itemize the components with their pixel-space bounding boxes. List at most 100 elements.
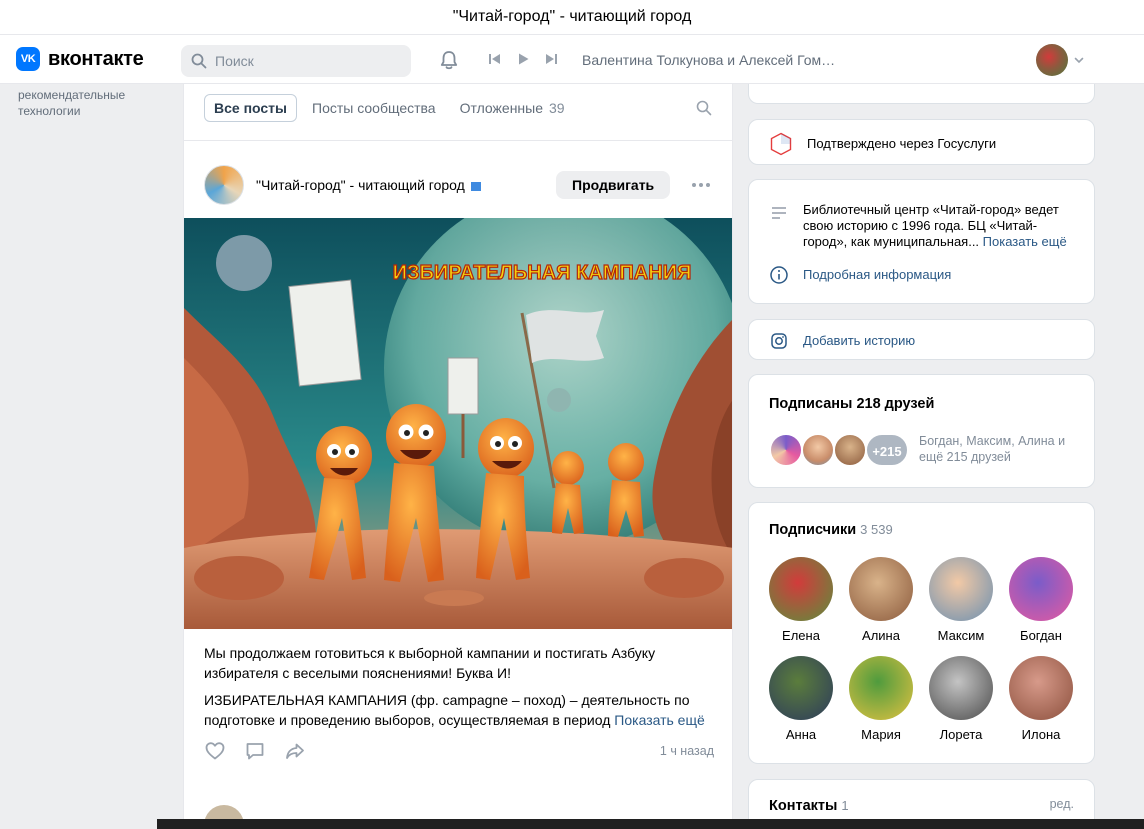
subscriber-name[interactable]: Алина — [849, 628, 913, 643]
subscriber-avatar[interactable] — [1009, 557, 1073, 621]
subscriber-avatar[interactable] — [769, 656, 833, 720]
top-card-remnant — [748, 84, 1095, 104]
about-description: Библиотечный центр «Читай-город» ведет с… — [803, 202, 1079, 250]
promote-button[interactable]: Продвигать — [556, 171, 671, 199]
post-image-caption: ИЗБИРАТЕЛЬНАЯ КАМПАНИЯ — [393, 262, 692, 284]
subscriber-avatar[interactable] — [1009, 656, 1073, 720]
vk-logo[interactable]: VK вконтакте — [16, 47, 144, 71]
tab-label: Все посты — [214, 100, 287, 116]
subscriber-item[interactable]: Лорета — [929, 656, 993, 742]
vk-logo-icon: VK — [16, 47, 40, 71]
subscriber-item[interactable]: Илона — [1009, 656, 1073, 742]
subscriber-item[interactable]: Мария — [849, 656, 913, 742]
share-icon[interactable] — [284, 740, 306, 762]
subscriber-item[interactable]: Анна — [769, 656, 833, 742]
search-box[interactable] — [181, 45, 411, 77]
post-text-paragraph-2: ИЗБИРАТЕЛЬНАЯ КАМПАНИЯ (фр. campagne – п… — [204, 690, 716, 730]
show-more-link[interactable]: Показать ещё — [614, 712, 705, 728]
subscriber-avatar[interactable] — [849, 656, 913, 720]
tab-all-posts[interactable]: Все посты — [204, 94, 297, 122]
contacts-edit-link[interactable]: ред. — [1050, 797, 1074, 811]
post-text-paragraph-1: Мы продолжаем готовиться к выборной камп… — [204, 645, 656, 681]
audio-player-controls — [488, 52, 558, 66]
details-link[interactable]: Подробная информация — [803, 267, 951, 283]
subscriber-item[interactable]: Богдан — [1009, 557, 1073, 643]
subscriber-item[interactable]: Алина — [849, 557, 913, 643]
friends-names-text[interactable]: Богдан, Максим, Алина и ещё 215 друзей — [919, 433, 1079, 465]
comment-icon[interactable] — [244, 740, 266, 762]
post-header: "Читай-город" - читающий город Продвигат… — [204, 165, 714, 205]
now-playing-track[interactable]: Валентина Толкунова и Алексей Гом… — [582, 52, 835, 68]
subscriber-avatar[interactable] — [769, 557, 833, 621]
tab-label: Посты сообщества — [312, 100, 436, 116]
contacts-count: 1 — [841, 798, 849, 813]
description-icon — [772, 207, 786, 219]
search-input[interactable] — [215, 53, 395, 69]
subscriber-avatar[interactable] — [929, 656, 993, 720]
vk-logo-text: вконтакте — [48, 47, 144, 70]
friends-title[interactable]: Подписаны 218 друзей — [769, 396, 934, 412]
post-timestamp[interactable]: 1 ч назад — [660, 744, 714, 758]
gosuslugi-badge-icon — [770, 132, 792, 156]
feed-tabs: Все посты Посты сообщества Отложенные 39 — [204, 94, 574, 122]
community-name-text: "Читай-город" - читающий город — [256, 177, 465, 193]
gosuslugi-text: Подтверждено через Госуслуги — [807, 136, 997, 151]
friends-card: Подписаны 218 друзей +215 Богдан, Максим… — [748, 374, 1095, 488]
subscriber-name[interactable]: Лорета — [929, 727, 993, 742]
user-avatar[interactable] — [1036, 44, 1068, 76]
feed-search-icon[interactable] — [696, 100, 712, 116]
community-name[interactable]: "Читай-город" - читающий город — [256, 177, 481, 193]
flag-icon — [470, 182, 481, 191]
notifications-bell-icon[interactable] — [438, 49, 460, 74]
top-bar: VK вконтакте Валентина Толкунова и Алекс… — [0, 34, 1144, 84]
subscriber-name[interactable]: Илона — [1009, 727, 1073, 742]
subscriber-avatar[interactable] — [849, 557, 913, 621]
play-icon[interactable] — [516, 52, 530, 66]
friend-avatar[interactable] — [833, 433, 867, 467]
friends-avatars[interactable]: +215 — [769, 433, 909, 467]
info-icon — [770, 266, 788, 284]
community-feed: Все посты Посты сообщества Отложенные 39 … — [183, 84, 733, 829]
left-nav-text[interactable]: рекомендательные технологии — [18, 87, 168, 119]
tab-postponed[interactable]: Отложенные 39 — [451, 94, 574, 122]
tab-community-posts[interactable]: Посты сообщества — [303, 94, 445, 122]
friend-avatar[interactable] — [801, 433, 835, 467]
subscribers-title[interactable]: Подписчики 3 539 — [769, 522, 893, 538]
next-track-icon[interactable] — [544, 52, 558, 66]
post-text: Мы продолжаем готовиться к выборной камп… — [204, 643, 716, 737]
tabs-divider — [184, 140, 732, 141]
search-icon — [191, 53, 207, 69]
instagram-icon — [771, 333, 787, 349]
gosuslugi-card[interactable]: Подтверждено через Госуслуги — [748, 119, 1095, 165]
window-title: "Читай-город" - читающий город — [0, 0, 1144, 34]
add-story-card[interactable]: Добавить историю — [748, 319, 1095, 360]
subscribers-count: 3 539 — [860, 522, 893, 537]
community-avatar[interactable] — [204, 165, 244, 205]
subscriber-item[interactable]: Максим — [929, 557, 993, 643]
subscriber-name[interactable]: Богдан — [1009, 628, 1073, 643]
subscriber-item[interactable]: Елена — [769, 557, 833, 643]
subscriber-name[interactable]: Елена — [769, 628, 833, 643]
friend-avatar[interactable] — [769, 433, 803, 467]
previous-track-icon[interactable] — [488, 52, 502, 66]
subscribers-card: Подписчики 3 539 Елена Алина Максим Богдан Ан… — [748, 502, 1095, 764]
more-options-icon[interactable] — [692, 183, 710, 187]
chevron-down-icon[interactable] — [1073, 54, 1085, 66]
postponed-count: 39 — [549, 100, 565, 116]
os-taskbar — [157, 819, 1144, 829]
contacts-title-text: Контакты — [769, 798, 838, 814]
post-actions: 1 ч назад — [204, 740, 714, 764]
subscribers-title-text: Подписчики — [769, 522, 857, 538]
subscriber-avatar[interactable] — [929, 557, 993, 621]
about-card: Библиотечный центр «Читай-город» ведет с… — [748, 179, 1095, 304]
more-friends-badge[interactable]: +215 — [865, 433, 909, 467]
subscriber-name[interactable]: Анна — [769, 727, 833, 742]
subscriber-name[interactable]: Максим — [929, 628, 993, 643]
contacts-title[interactable]: Контакты 1 — [769, 798, 849, 814]
post-image[interactable]: ИЗБИРАТЕЛЬНАЯ КАМПАНИЯ — [184, 218, 733, 629]
about-show-more-link[interactable]: Показать ещё — [983, 234, 1067, 249]
like-icon[interactable] — [204, 740, 226, 762]
add-story-link[interactable]: Добавить историю — [803, 333, 915, 349]
tab-label: Отложенные — [459, 100, 544, 116]
subscriber-name[interactable]: Мария — [849, 727, 913, 742]
